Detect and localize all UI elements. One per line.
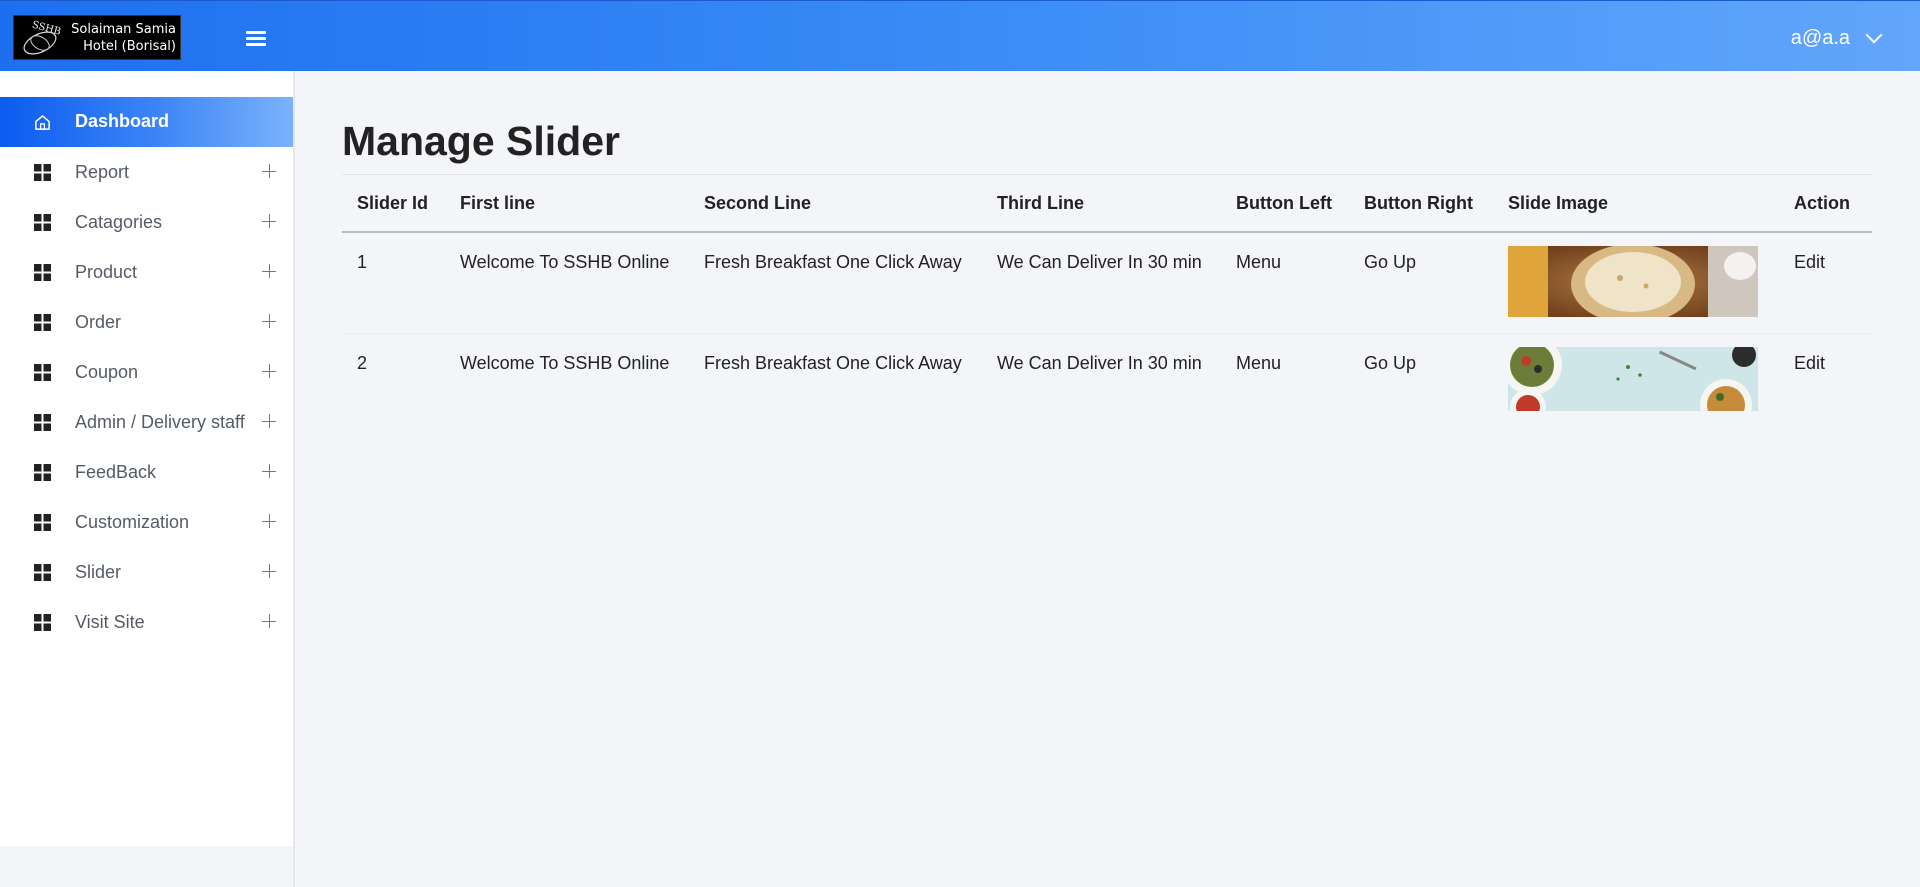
logo-text-line2: Hotel (Borisal) (83, 39, 176, 54)
slider-table-container: Slider Id First line Second Line Third L… (342, 174, 1872, 435)
expand-plus-icon[interactable] (262, 312, 276, 328)
column-header-third-line: Third Line (982, 174, 1221, 233)
cell-button-left: Menu (1236, 353, 1282, 373)
sidebar-item-visit-site[interactable]: Visit Site (0, 597, 293, 647)
cell-button-left: Menu (1221, 232, 1349, 334)
sidebar-item-customization[interactable]: Customization (0, 497, 293, 547)
sidebar-item-order[interactable]: Order (0, 297, 293, 347)
sidebar-item-dashboard[interactable]: Dashboard (0, 97, 293, 147)
expand-plus-icon[interactable] (262, 412, 276, 428)
grid-icon (34, 314, 51, 331)
sidebar-item-label: Dashboard (75, 111, 170, 131)
sidebar-item-feedback[interactable]: FeedBack (0, 447, 293, 497)
expand-plus-icon[interactable] (262, 212, 276, 228)
expand-plus-icon[interactable] (262, 612, 276, 628)
grid-icon (34, 564, 51, 581)
logo-text-line1: Solaiman Samia (71, 22, 176, 37)
expand-plus-icon[interactable] (262, 462, 276, 478)
grid-icon (34, 264, 51, 281)
sidebar-item-label: Customization (75, 512, 190, 532)
sidebar-item-admin-delivery-staff[interactable]: Admin / Delivery staff (0, 397, 293, 447)
cell-button-right: Go Up (1364, 353, 1417, 373)
column-header-first-line: First line (445, 174, 689, 233)
sidebar-item-coupon[interactable]: Coupon (0, 347, 293, 397)
cell-button-right: Go Up (1349, 232, 1493, 334)
cell-slide-image (1493, 334, 1779, 436)
cell-third-line: We Can Deliver In 30 min (997, 353, 1202, 373)
grid-icon (34, 464, 51, 481)
column-header-slide-image: Slide Image (1493, 174, 1779, 233)
edit-link[interactable]: Edit (1779, 232, 1872, 334)
sidebar-item-report[interactable]: Report (0, 147, 293, 197)
sidebar-item-product[interactable]: Product (0, 247, 293, 297)
hamburger-icon[interactable] (246, 31, 266, 46)
salad-bowls-photo (1508, 347, 1758, 411)
cell-second-line: Fresh Breakfast One Click Away (704, 353, 962, 373)
top-navbar: SSHB Solaiman Samia Hotel (Borisal) a@a.… (0, 0, 1920, 71)
column-header-action: Action (1779, 174, 1872, 233)
sidebar-item-label: Admin / Delivery staff (75, 412, 245, 432)
grid-icon (34, 214, 51, 231)
expand-plus-icon[interactable] (262, 362, 276, 378)
logo-emblem-icon: SSHB (23, 20, 62, 55)
column-header-button-right: Button Right (1349, 174, 1493, 233)
table-row: 2 Welcome To SSHB Online Fresh Breakfast… (342, 334, 1872, 436)
page-title: Manage Slider (342, 118, 620, 164)
cell-slider-id: 1 (342, 232, 445, 334)
user-menu[interactable]: a@a.a (1790, 25, 1883, 51)
sidebar-item-catagories[interactable]: Catagories (0, 197, 293, 247)
grid-icon (34, 164, 51, 181)
chevron-down-icon (1865, 26, 1883, 44)
cell-second-line: Fresh Breakfast One Click Away (689, 232, 982, 334)
sidebar-item-label: Order (75, 312, 122, 332)
sidebar-item-label: Visit Site (75, 612, 145, 632)
sidebar-item-label: Slider (75, 562, 122, 582)
expand-plus-icon[interactable] (262, 262, 276, 278)
user-email: a@a.a (1790, 26, 1850, 49)
sidebar-item-label: Coupon (75, 362, 139, 382)
grid-icon (34, 614, 51, 631)
expand-plus-icon[interactable] (262, 512, 276, 528)
column-header-second-line: Second Line (689, 174, 982, 233)
sidebar-item-label: Report (75, 162, 130, 182)
slider-table: Slider Id First line Second Line Third L… (342, 174, 1872, 435)
cell-first-line: Welcome To SSHB Online (460, 353, 670, 373)
sidebar-footer (0, 846, 295, 887)
table-row: 1 Welcome To SSHB Online Fresh Breakfast… (342, 232, 1872, 334)
edit-link[interactable]: Edit (1779, 334, 1872, 436)
grid-icon (34, 514, 51, 531)
sidebar-item-slider[interactable]: Slider (0, 547, 293, 597)
sidebar: Dashboard Report Catagories Product Orde… (0, 71, 295, 846)
column-header-button-left: Button Left (1221, 174, 1349, 233)
logo-text: Solaiman Samia Hotel (Borisal) (71, 21, 176, 55)
cell-first-line: Welcome To SSHB Online (445, 232, 689, 334)
home-icon (35, 115, 50, 130)
grid-icon (34, 414, 51, 431)
sidebar-item-label: FeedBack (75, 462, 157, 482)
brand-logo[interactable]: SSHB Solaiman Samia Hotel (Borisal) (13, 15, 181, 60)
sidebar-item-label: Catagories (75, 212, 163, 232)
cell-third-line: We Can Deliver In 30 min (982, 232, 1221, 334)
cell-slider-id: 2 (357, 353, 368, 373)
expand-plus-icon[interactable] (262, 562, 276, 578)
flatbread-basket-photo (1508, 246, 1758, 317)
grid-icon (34, 364, 51, 381)
sidebar-item-label: Product (75, 262, 138, 282)
expand-plus-icon[interactable] (262, 162, 276, 178)
cell-slide-image (1493, 232, 1779, 334)
column-header-slider-id: Slider Id (342, 174, 445, 233)
table-header-row: Slider Id First line Second Line Third L… (342, 174, 1872, 233)
